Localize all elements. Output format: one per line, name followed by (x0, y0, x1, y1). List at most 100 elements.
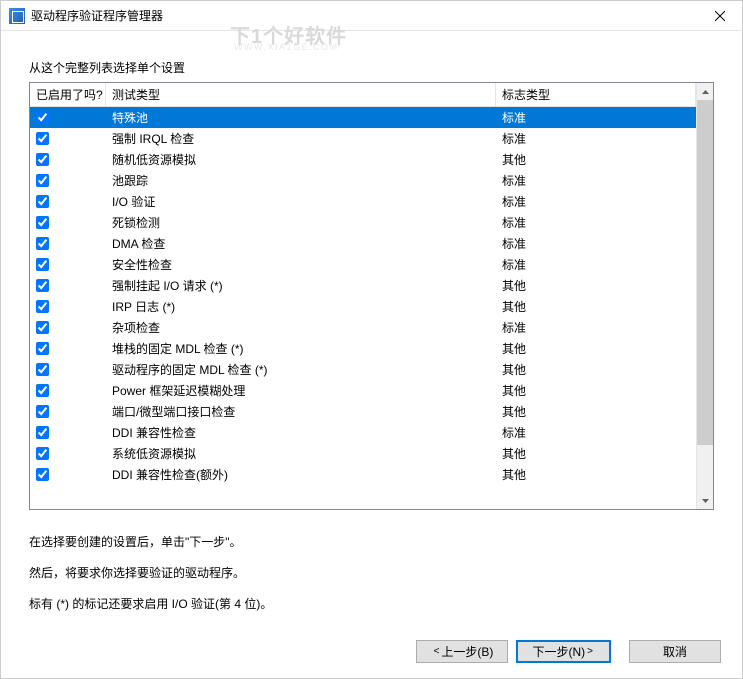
cell-flag-type: 其他 (496, 403, 696, 420)
scroll-down-button[interactable] (697, 492, 713, 509)
chevron-left-icon: < (434, 646, 440, 657)
enabled-checkbox[interactable] (36, 237, 49, 250)
enabled-checkbox[interactable] (36, 384, 49, 397)
cell-test-type: 池跟踪 (106, 172, 496, 189)
enabled-checkbox[interactable] (36, 153, 49, 166)
cell-test-type: DDI 兼容性检查 (106, 424, 496, 441)
cell-test-type: 特殊池 (106, 109, 496, 126)
scroll-thumb[interactable] (697, 100, 713, 445)
cell-test-type: 堆栈的固定 MDL 检查 (*) (106, 340, 496, 357)
enabled-checkbox[interactable] (36, 405, 49, 418)
cancel-button[interactable]: 取消 (629, 640, 721, 663)
enabled-checkbox[interactable] (36, 321, 49, 334)
table-row[interactable]: 堆栈的固定 MDL 检查 (*)其他 (30, 338, 696, 359)
list-label: 从这个完整列表选择单个设置 (29, 59, 714, 76)
enabled-checkbox[interactable] (36, 195, 49, 208)
cell-enabled (30, 237, 106, 250)
cell-test-type: DMA 检查 (106, 235, 496, 252)
cell-enabled (30, 363, 106, 376)
close-icon (715, 11, 725, 21)
enabled-checkbox[interactable] (36, 279, 49, 292)
table-body: 特殊池标准强制 IRQL 检查标准随机低资源模拟其他池跟踪标准I/O 验证标准死… (30, 107, 696, 485)
cell-test-type: 驱动程序的固定 MDL 检查 (*) (106, 361, 496, 378)
cell-test-type: 安全性检查 (106, 256, 496, 273)
instruction-text: 在选择要创建的设置后，单击"下一步"。 然后，将要求你选择要验证的驱动程序。 标… (29, 534, 714, 612)
cancel-button-label: 取消 (663, 643, 687, 660)
table-header: 已启用了吗? 测试类型 标志类型 (30, 83, 696, 107)
cell-test-type: 杂项检查 (106, 319, 496, 336)
cell-flag-type: 其他 (496, 361, 696, 378)
cell-test-type: 系统低资源模拟 (106, 445, 496, 462)
table-row[interactable]: I/O 验证标准 (30, 191, 696, 212)
table-row[interactable]: 强制 IRQL 检查标准 (30, 128, 696, 149)
close-button[interactable] (697, 1, 742, 30)
vertical-scrollbar[interactable] (696, 83, 713, 509)
cell-enabled (30, 174, 106, 187)
chevron-down-icon (702, 499, 709, 503)
table-row[interactable]: 池跟踪标准 (30, 170, 696, 191)
table-row[interactable]: 驱动程序的固定 MDL 检查 (*)其他 (30, 359, 696, 380)
column-test-type[interactable]: 测试类型 (106, 83, 496, 106)
cell-enabled (30, 447, 106, 460)
enabled-checkbox[interactable] (36, 426, 49, 439)
enabled-checkbox[interactable] (36, 216, 49, 229)
cell-enabled (30, 426, 106, 439)
enabled-checkbox[interactable] (36, 342, 49, 355)
chevron-right-icon: > (587, 646, 593, 657)
cell-flag-type: 其他 (496, 382, 696, 399)
enabled-checkbox[interactable] (36, 300, 49, 313)
cell-flag-type: 标准 (496, 109, 696, 126)
enabled-checkbox[interactable] (36, 111, 49, 124)
table-row[interactable]: 安全性检查标准 (30, 254, 696, 275)
cell-flag-type: 标准 (496, 214, 696, 231)
column-flag-type[interactable]: 标志类型 (496, 83, 696, 106)
table-row[interactable]: DMA 检查标准 (30, 233, 696, 254)
cell-enabled (30, 279, 106, 292)
table-row[interactable]: 随机低资源模拟其他 (30, 149, 696, 170)
table-row[interactable]: 端口/微型端口接口检查其他 (30, 401, 696, 422)
enabled-checkbox[interactable] (36, 174, 49, 187)
instruction-line-1: 在选择要创建的设置后，单击"下一步"。 (29, 534, 714, 551)
cell-test-type: 强制挂起 I/O 请求 (*) (106, 277, 496, 294)
cell-enabled (30, 468, 106, 481)
cell-test-type: 端口/微型端口接口检查 (106, 403, 496, 420)
table-row[interactable]: DDI 兼容性检查标准 (30, 422, 696, 443)
cell-test-type: Power 框架延迟模糊处理 (106, 382, 496, 399)
cell-flag-type: 其他 (496, 466, 696, 483)
cell-flag-type: 其他 (496, 340, 696, 357)
table-row[interactable]: DDI 兼容性检查(额外)其他 (30, 464, 696, 485)
cell-test-type: 随机低资源模拟 (106, 151, 496, 168)
table-row[interactable]: 死锁检测标准 (30, 212, 696, 233)
table-row[interactable]: 杂项检查标准 (30, 317, 696, 338)
cell-test-type: IRP 日志 (*) (106, 298, 496, 315)
column-enabled[interactable]: 已启用了吗? (30, 83, 106, 106)
table-row[interactable]: 系统低资源模拟其他 (30, 443, 696, 464)
scroll-track[interactable] (697, 100, 713, 492)
cell-flag-type: 其他 (496, 277, 696, 294)
table-row[interactable]: 强制挂起 I/O 请求 (*)其他 (30, 275, 696, 296)
table-row[interactable]: Power 框架延迟模糊处理其他 (30, 380, 696, 401)
next-button-label: 下一步(N) (532, 643, 585, 660)
enabled-checkbox[interactable] (36, 363, 49, 376)
table-row[interactable]: IRP 日志 (*)其他 (30, 296, 696, 317)
cell-test-type: 死锁检测 (106, 214, 496, 231)
cell-flag-type: 标准 (496, 172, 696, 189)
scroll-up-button[interactable] (697, 83, 713, 100)
back-button-label: 上一步(B) (441, 643, 493, 660)
chevron-up-icon (702, 90, 709, 94)
cell-flag-type: 标准 (496, 319, 696, 336)
cell-test-type: I/O 验证 (106, 193, 496, 210)
next-button[interactable]: 下一步(N) > (516, 640, 611, 663)
cell-flag-type: 其他 (496, 298, 696, 315)
enabled-checkbox[interactable] (36, 447, 49, 460)
app-icon (9, 8, 25, 24)
back-button[interactable]: < 上一步(B) (416, 640, 508, 663)
wizard-buttons: < 上一步(B) 下一步(N) > 取消 (416, 640, 721, 663)
enabled-checkbox[interactable] (36, 258, 49, 271)
enabled-checkbox[interactable] (36, 132, 49, 145)
cell-enabled (30, 342, 106, 355)
table-row[interactable]: 特殊池标准 (30, 107, 696, 128)
cell-flag-type: 标准 (496, 130, 696, 147)
enabled-checkbox[interactable] (36, 468, 49, 481)
cell-enabled (30, 111, 106, 124)
